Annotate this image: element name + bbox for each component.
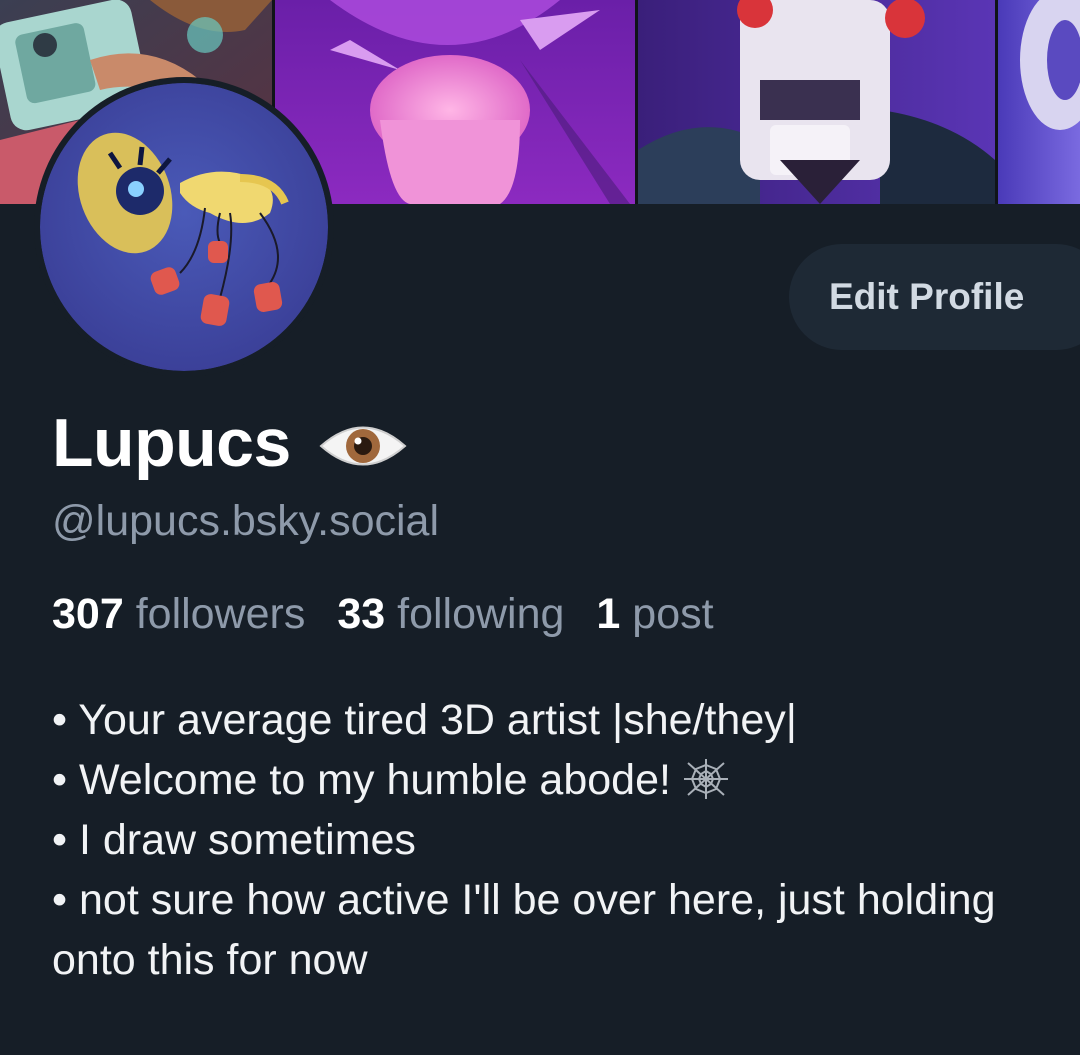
bio-line: • Welcome to my humble abode! — [52, 756, 671, 804]
posts-stat: 1 post — [596, 590, 713, 638]
following-label: following — [397, 590, 565, 638]
followers-stat[interactable]: 307 followers — [52, 590, 305, 638]
bio-line-with-icon: • Welcome to my humble abode! — [52, 750, 1062, 810]
followers-label: followers — [135, 590, 306, 638]
avatar-image — [40, 83, 328, 371]
bio-line: • not sure how active I'll be over here,… — [52, 876, 996, 984]
profile-handle: @lupucs.bsky.social — [52, 497, 439, 545]
following-stat[interactable]: 33 following — [337, 590, 564, 638]
spider-web-icon — [683, 759, 728, 799]
bio-line: • Your average tired 3D artist |she/they… — [52, 696, 797, 744]
bio-line: • I draw sometimes — [52, 816, 416, 864]
edit-profile-button[interactable]: Edit Profile — [789, 244, 1080, 350]
eye-icon — [319, 426, 407, 466]
display-name: Lupucs — [52, 405, 291, 481]
profile-bio: • Your average tired 3D artist |she/they… — [52, 690, 1062, 990]
following-count: 33 — [337, 590, 386, 638]
profile-stats: 307 followers 33 following 1 post — [52, 590, 734, 639]
display-name-row: Lupucs — [52, 398, 409, 488]
followers-count: 307 — [52, 590, 124, 638]
posts-label: post — [632, 590, 714, 638]
avatar[interactable] — [34, 77, 334, 377]
posts-count: 1 — [596, 590, 621, 638]
